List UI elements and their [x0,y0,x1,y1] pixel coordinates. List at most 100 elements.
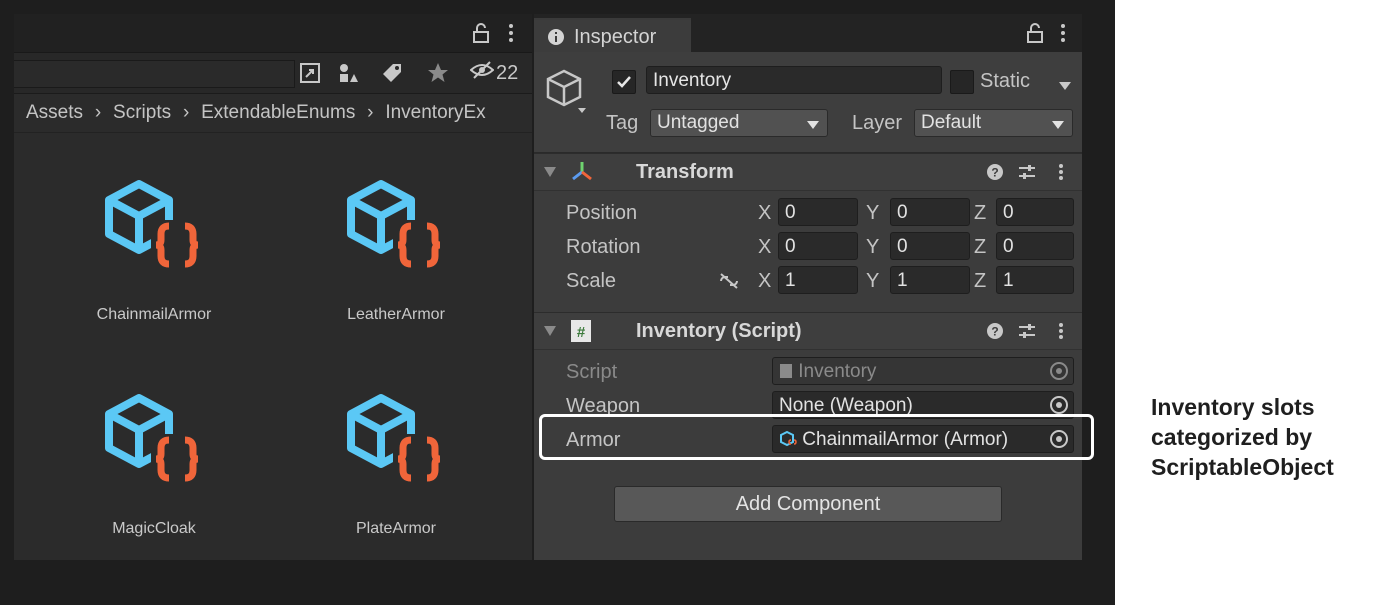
rotation-x-field[interactable]: 0 [778,232,858,260]
rotation-z-field[interactable]: 0 [996,232,1074,260]
caption-line: ScriptableObject [1151,454,1334,480]
project-toolbar: 22 [14,53,532,94]
chevron-down-icon [807,121,819,129]
hidden-packages-toggle[interactable]: 22 [469,60,519,86]
scale-y-field[interactable]: 1 [890,266,970,294]
layer-label: Layer [852,112,903,134]
tag-dropdown[interactable]: Untagged [650,109,828,137]
tag-label: Tag [606,112,639,134]
project-search-input[interactable] [14,60,295,88]
inspector-window: Inspector Inventory Static Tag Untagged … [534,14,1082,560]
add-component-button[interactable]: Add Component [614,486,1002,522]
asset-item-chainmailarmor[interactable]: ChainmailArmor [54,174,254,324]
static-checkbox[interactable] [950,70,974,94]
help-icon[interactable]: ? [986,322,1004,340]
layer-dropdown[interactable]: Default [914,109,1073,137]
asset-item-magiccloak[interactable]: MagicCloak [54,388,254,538]
gameobject-name-field[interactable]: Inventory [646,66,942,94]
svg-text:?: ? [991,325,998,339]
presets-icon[interactable] [1018,322,1036,340]
breadcrumb-item-scripts[interactable]: Scripts [113,102,171,123]
armor-row-highlight [539,414,1094,460]
help-icon[interactable]: ? [986,163,1004,181]
tag-value: Untagged [657,112,740,133]
position-z-field[interactable]: 0 [996,198,1074,226]
kebab-menu-icon[interactable] [1060,23,1066,48]
rotation-y-field[interactable]: 0 [890,232,970,260]
scriptable-object-icon [105,394,203,484]
cube-icon[interactable] [544,68,590,119]
caption-line: Inventory slots [1151,394,1315,420]
kebab-menu-icon[interactable] [1058,322,1064,340]
inspector-tab-bar: Inspector [534,14,1082,54]
scale-z-field[interactable]: 1 [996,266,1074,294]
asset-label: PlateArmor [355,520,437,537]
chevron-right-icon: › [94,102,102,123]
script-file-icon [780,364,792,378]
static-dropdown-arrow-icon[interactable] [1058,78,1072,96]
foldout-arrow-icon[interactable] [544,167,556,177]
constrain-proportions-icon[interactable] [718,272,740,290]
layer-value: Default [921,112,982,133]
position-x-field[interactable]: 0 [778,198,858,226]
foldout-arrow-icon[interactable] [544,326,556,336]
checkmark-icon [617,76,631,88]
breadcrumb-item-assets[interactable]: Assets [26,102,83,123]
search-by-type-icon[interactable] [298,61,322,85]
kebab-menu-icon[interactable] [508,23,514,48]
lock-icon[interactable] [472,23,490,48]
scriptable-object-icon [347,180,445,270]
caption-text: Inventory slots categorized by Scriptabl… [1151,392,1391,482]
position-y-field[interactable]: 0 [890,198,970,226]
breadcrumb-item-extendableenums[interactable]: ExtendableEnums [201,102,355,123]
script-label: Script [566,361,618,383]
tab-label: Inspector [574,25,657,48]
asset-item-platearmor[interactable]: PlateArmor [296,388,496,538]
axis-x-label: X [758,270,772,292]
project-window: 22 Assets › Scripts › ExtendableEnums › Invent… [14,14,532,560]
scale-label: Scale [566,270,617,292]
script-icon: # [571,320,591,342]
transform-icon [572,162,592,181]
script-component-title: Inventory (Script) [636,320,802,342]
chevron-down-icon [1052,121,1064,129]
axis-z-label: Z [974,202,987,224]
asset-item-leatherarmor[interactable]: LeatherArmor [296,174,496,324]
static-label: Static [980,70,1031,92]
axis-x-label: X [758,236,772,258]
hidden-eye-icon [469,60,495,86]
axis-y-label: Y [866,202,880,224]
gameobject-header: Inventory Static Tag Untagged Layer Defa… [534,52,1082,153]
axis-x-label: X [758,202,772,224]
lock-icon[interactable] [1026,23,1044,48]
axis-y-label: Y [866,236,880,258]
transform-title: Transform [636,161,734,183]
unity-editor: 22 Assets › Scripts › ExtendableEnums › Invent… [0,0,1115,605]
project-tab-bar [14,14,532,53]
label-icon[interactable] [380,61,404,85]
active-checkbox[interactable] [612,70,636,94]
transform-header[interactable]: Transform ? [534,153,1082,191]
scriptable-object-icon [347,394,445,484]
kebab-menu-icon[interactable] [1058,163,1064,181]
chevron-right-icon: › [182,102,190,123]
presets-icon[interactable] [1018,163,1036,181]
object-picker-icon[interactable] [1049,395,1069,415]
object-picker-icon [1050,362,1068,380]
axis-y-label: Y [866,270,880,292]
scale-x-field[interactable]: 1 [778,266,858,294]
weapon-field-value: None (Weapon) [779,395,913,416]
star-icon[interactable] [426,61,450,85]
asset-label: MagicCloak [112,520,196,537]
svg-text:#: # [577,324,586,341]
caption-line: categorized by [1151,424,1313,450]
chevron-right-icon: › [367,102,374,123]
breadcrumb: Assets › Scripts › ExtendableEnums › Inventory… [14,94,532,133]
tab-inspector[interactable]: Inspector [534,18,691,54]
script-component-header[interactable]: # Inventory (Script) ? [534,312,1082,350]
scriptable-object-icon [105,180,203,270]
breadcrumb-item-inventoryex[interactable]: InventoryEx [385,102,485,123]
svg-text:?: ? [991,166,998,180]
hidden-count-label: 22 [496,61,519,84]
filter-by-type-icon[interactable] [336,61,360,85]
